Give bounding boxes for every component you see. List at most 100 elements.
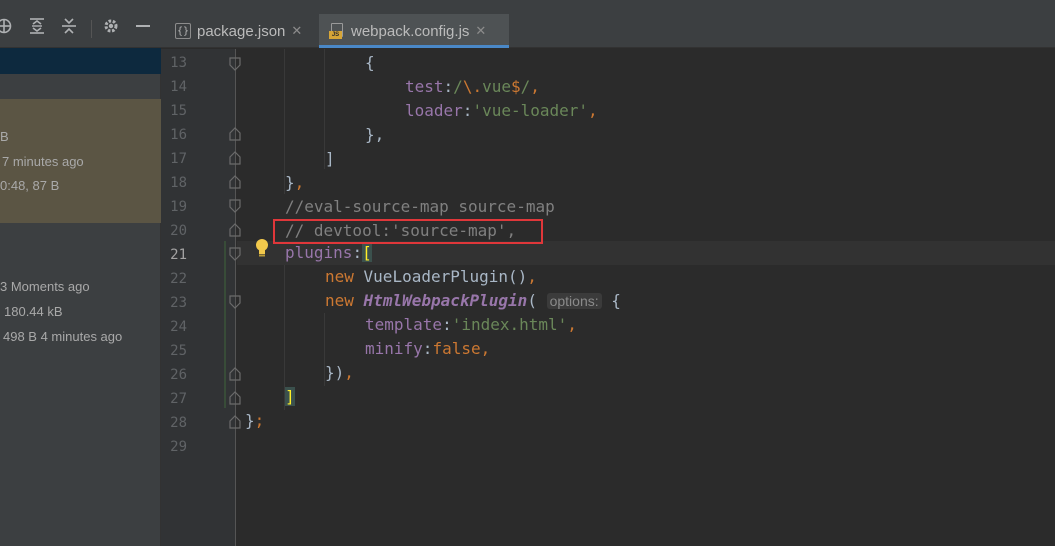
code-token-property: test bbox=[405, 77, 444, 96]
code-token-comment: //eval-source-map source-map bbox=[285, 197, 555, 216]
lightbulb-icon[interactable] bbox=[254, 238, 270, 258]
line-number: 13 bbox=[170, 55, 187, 71]
fold-end-icon[interactable] bbox=[229, 415, 241, 429]
fold-end-icon[interactable] bbox=[229, 367, 241, 381]
code-line-18[interactable]: }, bbox=[285, 171, 304, 195]
code-token: : bbox=[443, 77, 454, 96]
tab-label: package.json bbox=[197, 22, 286, 40]
expand-all-icon[interactable] bbox=[28, 17, 46, 35]
code-line-21[interactable]: plugins:[ bbox=[285, 241, 372, 265]
code-token-property: loader bbox=[405, 101, 463, 120]
code-line-22[interactable]: new VueLoaderPlugin(), bbox=[325, 265, 537, 289]
code-token-regex: / bbox=[453, 77, 463, 96]
js-file-icon: JS bbox=[329, 23, 345, 39]
code-token-property: template bbox=[365, 315, 443, 334]
fold-start-icon[interactable] bbox=[229, 247, 241, 261]
code-line-27[interactable]: ] bbox=[285, 385, 295, 409]
tab-package-json[interactable]: {} package.json ✕ bbox=[173, 14, 317, 48]
tab-label: webpack.config.js bbox=[351, 22, 470, 40]
code-line-19[interactable]: //eval-source-map source-map bbox=[285, 195, 555, 219]
sidebar-entry-text: 0:48, 87 B bbox=[0, 178, 60, 193]
parameter-hint: options: bbox=[546, 293, 602, 309]
line-number: 20 bbox=[170, 223, 187, 239]
code-token: : bbox=[422, 339, 433, 358]
sidebar-entry-text: 498 B 4 minutes ago bbox=[3, 329, 123, 344]
line-number: 27 bbox=[170, 391, 187, 407]
code-token-keyword: false bbox=[432, 339, 481, 358]
toolbar-separator bbox=[91, 20, 92, 38]
code-token: : bbox=[352, 243, 363, 262]
code-token: }) bbox=[325, 363, 345, 382]
sidebar-toolbar bbox=[0, 0, 161, 48]
line-number: 15 bbox=[170, 103, 187, 119]
code-token-regex: vue bbox=[482, 77, 511, 96]
annotation-highlight-box bbox=[273, 219, 543, 244]
code-token-keyword: new bbox=[325, 291, 354, 310]
code-token: : bbox=[462, 101, 473, 120]
editor-tab-bar: {} package.json ✕ JS webpack.config.js ✕ bbox=[161, 0, 1055, 48]
sidebar-entry-text: 7 minutes ago bbox=[2, 154, 84, 169]
code-token: } bbox=[245, 411, 255, 430]
fold-end-icon[interactable] bbox=[229, 223, 241, 237]
code-token: : bbox=[442, 315, 452, 334]
fold-start-icon[interactable] bbox=[229, 57, 241, 71]
sidebar-selected-row[interactable] bbox=[0, 48, 161, 74]
code-line-17[interactable]: ] bbox=[325, 147, 335, 171]
close-icon[interactable]: ✕ bbox=[291, 23, 302, 39]
line-number: 19 bbox=[170, 199, 187, 215]
collapse-all-icon[interactable] bbox=[60, 17, 78, 35]
gear-icon[interactable] bbox=[102, 17, 120, 35]
active-tab-indicator bbox=[319, 45, 509, 48]
fold-end-icon[interactable] bbox=[229, 175, 241, 189]
code-token-regex: / bbox=[520, 77, 531, 96]
line-number: 18 bbox=[170, 175, 187, 191]
line-number: 29 bbox=[170, 439, 187, 455]
line-number: 22 bbox=[170, 271, 187, 287]
code-token-comma: , bbox=[567, 315, 577, 334]
code-token-comma: , bbox=[530, 77, 540, 96]
code-token: VueLoaderPlugin() bbox=[353, 267, 528, 286]
code-line-15[interactable]: loader:'vue-loader', bbox=[405, 99, 598, 123]
code-line-26[interactable]: }), bbox=[325, 361, 354, 385]
vcs-change-marker[interactable] bbox=[224, 241, 226, 408]
code-token-comma: , bbox=[480, 339, 491, 358]
crosshair-icon[interactable] bbox=[0, 17, 13, 35]
fold-start-icon[interactable] bbox=[229, 295, 241, 309]
code-token-string: 'index.html' bbox=[451, 315, 568, 334]
code-token-regex-anchor: $ bbox=[510, 77, 521, 96]
line-number: 16 bbox=[170, 127, 187, 143]
sidebar-entry-text: 180.44 kB bbox=[4, 304, 63, 319]
line-number: 23 bbox=[170, 295, 187, 311]
code-token-bracket-match: ] bbox=[285, 387, 295, 406]
line-number: 28 bbox=[170, 415, 187, 431]
fold-end-icon[interactable] bbox=[229, 151, 241, 165]
code-token-property: minify bbox=[365, 339, 423, 358]
code-line-25[interactable]: minify:false, bbox=[365, 337, 490, 361]
code-line-23[interactable]: new HtmlWebpackPlugin( options: { bbox=[325, 289, 621, 313]
code-token: { bbox=[611, 291, 621, 310]
project-sidebar: B 7 minutes ago 0:48, 87 B 3 Moments ago… bbox=[0, 0, 161, 546]
code-line-14[interactable]: test:/\.vue$/, bbox=[405, 75, 540, 99]
code-token: ( bbox=[527, 291, 537, 310]
tab-webpack-config-js[interactable]: JS webpack.config.js ✕ bbox=[319, 14, 509, 48]
code-token-comma: , bbox=[294, 173, 305, 192]
line-number: 14 bbox=[170, 79, 187, 95]
line-number-current: 21 bbox=[170, 247, 187, 263]
fold-start-icon[interactable] bbox=[229, 199, 241, 213]
code-line-24[interactable]: template:'index.html', bbox=[365, 313, 577, 337]
close-icon[interactable]: ✕ bbox=[475, 23, 486, 39]
code-line-16[interactable]: }, bbox=[365, 123, 384, 147]
code-line-13[interactable]: { bbox=[365, 51, 375, 75]
code-token-semicolon: ; bbox=[254, 411, 265, 430]
line-number: 24 bbox=[170, 319, 187, 335]
minimize-icon[interactable] bbox=[134, 17, 152, 35]
code-line-28[interactable]: }; bbox=[245, 409, 264, 433]
fold-end-icon[interactable] bbox=[229, 391, 241, 405]
line-number: 25 bbox=[170, 343, 187, 359]
code-token-comma: , bbox=[527, 267, 537, 286]
code-token-comma: , bbox=[588, 101, 598, 120]
json-file-icon: {} bbox=[175, 23, 191, 39]
code-token-class: HtmlWebpackPlugin bbox=[363, 291, 528, 310]
sidebar-entry-text: B bbox=[0, 129, 9, 144]
fold-end-icon[interactable] bbox=[229, 127, 241, 141]
